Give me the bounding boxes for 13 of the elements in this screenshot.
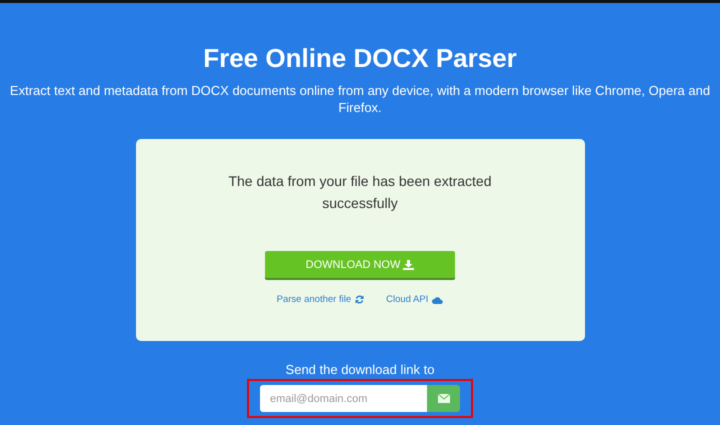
send-link-label: Send the download link to bbox=[286, 362, 434, 378]
download-button[interactable]: DOWNLOAD NOW bbox=[265, 251, 455, 278]
cloud-api-link[interactable]: Cloud API bbox=[386, 294, 444, 305]
parse-another-link[interactable]: Parse another file bbox=[276, 294, 364, 305]
success-message: The data from your file has been extracted successfully bbox=[227, 172, 493, 213]
page-title: Free Online DOCX Parser bbox=[203, 43, 517, 73]
refresh-icon bbox=[355, 295, 364, 304]
send-button[interactable] bbox=[427, 385, 460, 412]
envelope-icon bbox=[438, 394, 450, 403]
page-subtitle: Extract text and metadata from DOCX documents online from any device, with a modern browser like Chrome, Opera and Firefox. bbox=[8, 82, 712, 116]
cloud-icon bbox=[432, 296, 444, 304]
email-field[interactable]: email@domain.com bbox=[260, 385, 427, 412]
download-icon bbox=[403, 260, 414, 270]
